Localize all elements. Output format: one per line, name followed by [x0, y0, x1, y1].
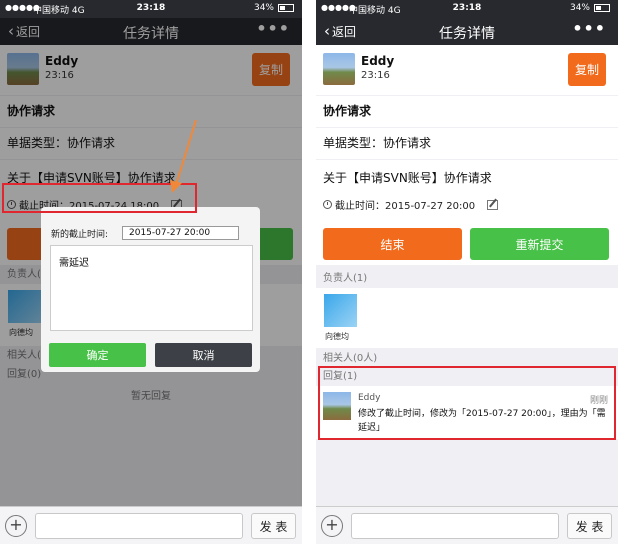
compose-bar: + 发 表 [316, 506, 618, 544]
arrow-line [175, 119, 197, 186]
status-right: 34% [570, 3, 610, 13]
arrow-annotation [170, 119, 197, 193]
deadline-row: 截止时间：2015-07-27 20:00 [323, 197, 499, 212]
edit-icon[interactable] [487, 199, 499, 210]
send-button[interactable]: 发 表 [567, 513, 612, 539]
add-icon[interactable]: + [321, 515, 343, 537]
comment-input[interactable] [351, 513, 559, 539]
action-buttons: 结束 重新提交 [316, 220, 618, 265]
arrow-head [170, 180, 182, 193]
end-button[interactable]: 结束 [323, 228, 462, 260]
battery-icon [594, 4, 610, 12]
task-type: 单据类型：协作请求 [316, 128, 618, 159]
owner-avatar[interactable] [324, 294, 357, 327]
nav-bar: ‹ 返回 任务详情 ••• [316, 18, 618, 45]
owner-section-label: 负责人(1) [316, 270, 618, 287]
owner-list: 向德均 [316, 288, 618, 348]
task-heading: 协作请求 [316, 96, 618, 127]
reply-highlight-box [318, 366, 616, 440]
related-section-label: 相关人(0人) [316, 350, 618, 367]
battery-percent: 34% [569, 3, 590, 13]
task-header: Eddy 23:16 复制 [316, 45, 618, 95]
owner-name: 向德均 [325, 332, 349, 341]
right-screen: ●●●●● 中国移动 4G 23:18 34% ‹ 返回 任务详情 ••• Edd… [316, 0, 618, 544]
author-time: 23:16 [361, 70, 390, 81]
clock-icon [323, 200, 332, 209]
resubmit-button[interactable]: 重新提交 [470, 228, 609, 260]
copy-button[interactable]: 复制 [568, 53, 606, 86]
status-bar: ●●●●● 中国移动 4G 23:18 34% [316, 0, 618, 18]
author-name: Eddy [361, 54, 395, 68]
author-avatar[interactable] [323, 53, 355, 85]
deadline-text: 截止时间：2015-07-27 20:00 [335, 201, 476, 212]
left-screen: ●●●●● 中国移动 4G 23:18 34% ‹ 返回 任务详情 ••• Edd… [0, 0, 302, 544]
task-subject: 关于【申请SVN账号】协作请求 [323, 171, 492, 185]
task-subject-row: 关于【申请SVN账号】协作请求 截止时间：2015-07-27 20:00 [316, 160, 618, 220]
more-button[interactable]: ••• [572, 19, 606, 38]
